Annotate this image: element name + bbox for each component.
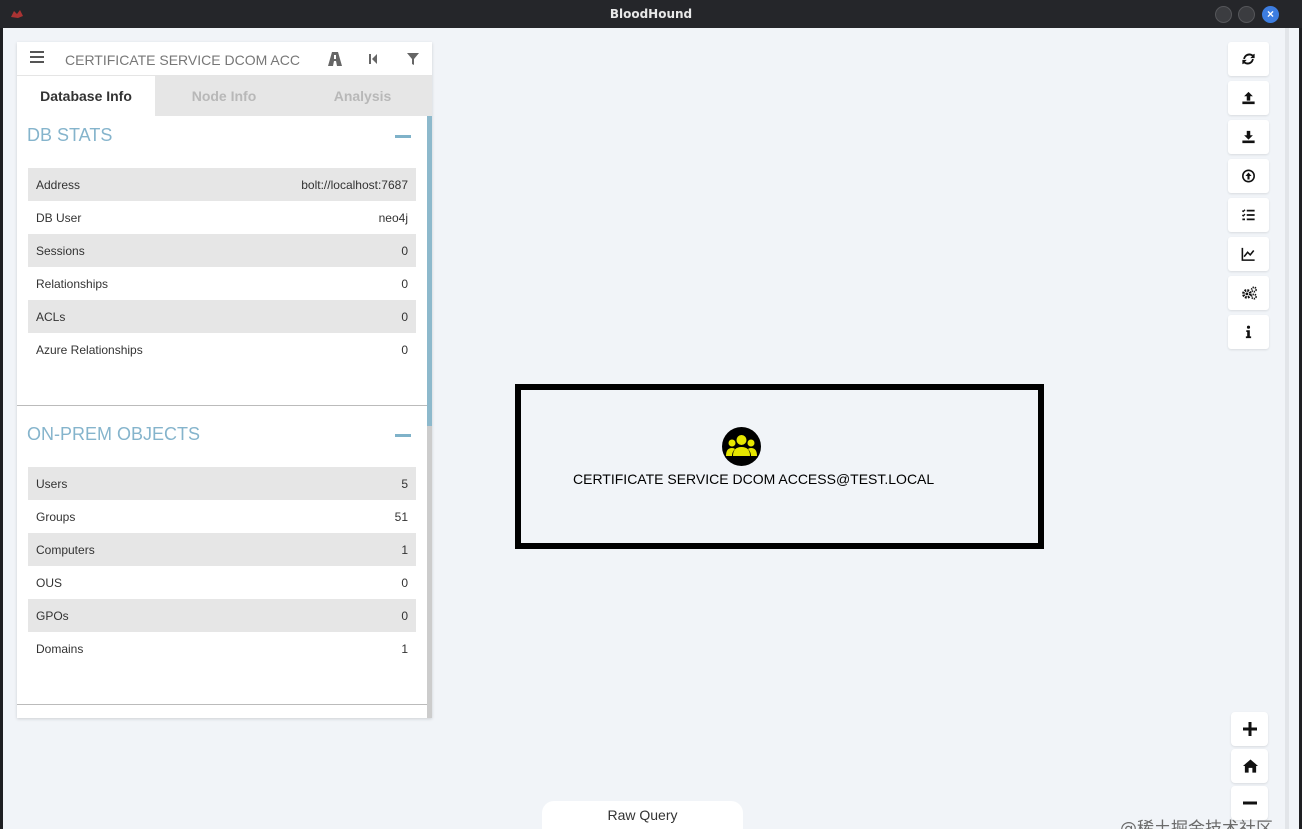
stat-label: Azure Relationships bbox=[36, 343, 143, 357]
selected-node-highlight: CERTIFICATE SERVICE DCOM ACCESS@TEST.LOC… bbox=[515, 384, 1044, 549]
download-icon bbox=[1242, 130, 1255, 144]
section-divider bbox=[17, 704, 427, 705]
home-icon bbox=[1243, 759, 1258, 773]
search-input[interactable] bbox=[65, 50, 305, 70]
section-divider bbox=[17, 405, 427, 406]
node-label[interactable]: CERTIFICATE SERVICE DCOM ACCESS@TEST.LOC… bbox=[573, 471, 934, 487]
minus-icon bbox=[1243, 801, 1257, 805]
back-icon[interactable] bbox=[365, 51, 381, 67]
pathfinding-icon[interactable] bbox=[327, 51, 343, 67]
stats-icon bbox=[1241, 247, 1255, 261]
download-button[interactable] bbox=[1228, 120, 1269, 154]
stats-button[interactable] bbox=[1228, 237, 1269, 271]
upload-icon bbox=[1242, 91, 1255, 105]
db-stats-header[interactable]: DB STATS bbox=[27, 125, 112, 146]
stat-value: 0 bbox=[401, 609, 408, 623]
stat-label: Address bbox=[36, 178, 81, 192]
watermark-text: @稀土掘金技术社区 bbox=[1120, 819, 1273, 829]
stat-value: neo4j bbox=[378, 211, 408, 225]
stat-row: Domains 1 bbox=[28, 632, 416, 665]
stat-label: ACLs bbox=[36, 310, 66, 324]
settings-icon bbox=[1242, 286, 1257, 300]
stat-value: 0 bbox=[401, 343, 408, 357]
raw-query-bar[interactable]: Raw Query bbox=[542, 801, 743, 829]
queries-button[interactable] bbox=[1228, 198, 1269, 232]
stat-label: Computers bbox=[36, 543, 95, 557]
stat-row: GPOs 0 bbox=[28, 599, 416, 632]
stat-row: Users 5 bbox=[28, 467, 416, 500]
stat-value: bolt://localhost:7687 bbox=[301, 178, 408, 192]
stat-row: Computers 1 bbox=[28, 533, 416, 566]
stat-label: Relationships bbox=[36, 277, 109, 291]
stat-label: GPOs bbox=[36, 609, 69, 623]
minimize-button[interactable] bbox=[1215, 6, 1232, 23]
tab-node-info[interactable]: Node Info bbox=[155, 76, 293, 116]
tab-database-info[interactable]: Database Info bbox=[17, 76, 155, 116]
stat-label: Sessions bbox=[36, 244, 85, 258]
close-button[interactable]: × bbox=[1262, 6, 1279, 23]
stat-value: 51 bbox=[394, 510, 408, 524]
info-button[interactable] bbox=[1228, 315, 1269, 349]
menu-icon[interactable] bbox=[30, 51, 44, 63]
graph-canvas[interactable]: Database Info Node Info Analysis DB STAT… bbox=[3, 28, 1299, 829]
collapse-onprem-icon[interactable] bbox=[395, 434, 411, 437]
tab-analysis[interactable]: Analysis bbox=[293, 76, 432, 116]
refresh-button[interactable] bbox=[1228, 42, 1269, 76]
maximize-button[interactable] bbox=[1238, 6, 1255, 23]
filter-icon[interactable] bbox=[405, 51, 421, 67]
refresh-icon bbox=[1242, 53, 1255, 65]
onprem-objects-header[interactable]: ON-PREM OBJECTS bbox=[27, 424, 200, 445]
stat-value: 1 bbox=[401, 543, 408, 557]
window-titlebar: BloodHound × bbox=[0, 0, 1302, 28]
panel-tabs: Database Info Node Info Analysis bbox=[17, 76, 432, 116]
stat-value: 5 bbox=[401, 477, 408, 491]
search-bar bbox=[17, 42, 432, 76]
stat-row: Relationships 0 bbox=[28, 267, 416, 300]
group-icon bbox=[726, 435, 757, 456]
stat-value: 0 bbox=[401, 277, 408, 291]
plus-icon bbox=[1243, 722, 1257, 736]
window-title: BloodHound bbox=[609, 7, 693, 21]
database-info-content[interactable]: DB STATS Address bolt://localhost:7687 DB… bbox=[17, 116, 432, 718]
stat-row: Groups 51 bbox=[28, 500, 416, 533]
panel-scrollbar-thumb[interactable] bbox=[427, 116, 432, 426]
stat-row: DB User neo4j bbox=[28, 201, 416, 234]
collapse-db-stats-icon[interactable] bbox=[395, 135, 411, 138]
window-edge bbox=[1285, 28, 1289, 829]
settings-button[interactable] bbox=[1228, 276, 1269, 310]
group-node[interactable] bbox=[722, 427, 761, 466]
stat-label: Domains bbox=[36, 642, 84, 656]
center-graph-button[interactable] bbox=[1231, 749, 1268, 783]
import-icon bbox=[1242, 169, 1255, 183]
stat-row: Sessions 0 bbox=[28, 234, 416, 267]
zoom-in-button[interactable] bbox=[1231, 712, 1268, 746]
info-icon bbox=[1245, 325, 1252, 339]
stat-value: 0 bbox=[401, 576, 408, 590]
left-panel: Database Info Node Info Analysis DB STAT… bbox=[17, 42, 432, 718]
stat-row: ACLs 0 bbox=[28, 300, 416, 333]
stat-value: 1 bbox=[401, 642, 408, 656]
stat-row: OUS 0 bbox=[28, 566, 416, 599]
stat-label: Users bbox=[36, 477, 68, 491]
stat-row: Azure Relationships 0 bbox=[28, 333, 416, 366]
stat-row: Address bolt://localhost:7687 bbox=[28, 168, 416, 201]
upload-button[interactable] bbox=[1228, 81, 1269, 115]
stat-value: 0 bbox=[401, 310, 408, 324]
stat-value: 0 bbox=[401, 244, 408, 258]
import-button[interactable] bbox=[1228, 159, 1269, 193]
stat-label: DB User bbox=[36, 211, 82, 225]
stat-label: Groups bbox=[36, 510, 76, 524]
queries-icon bbox=[1241, 209, 1255, 221]
stat-label: OUS bbox=[36, 576, 63, 590]
